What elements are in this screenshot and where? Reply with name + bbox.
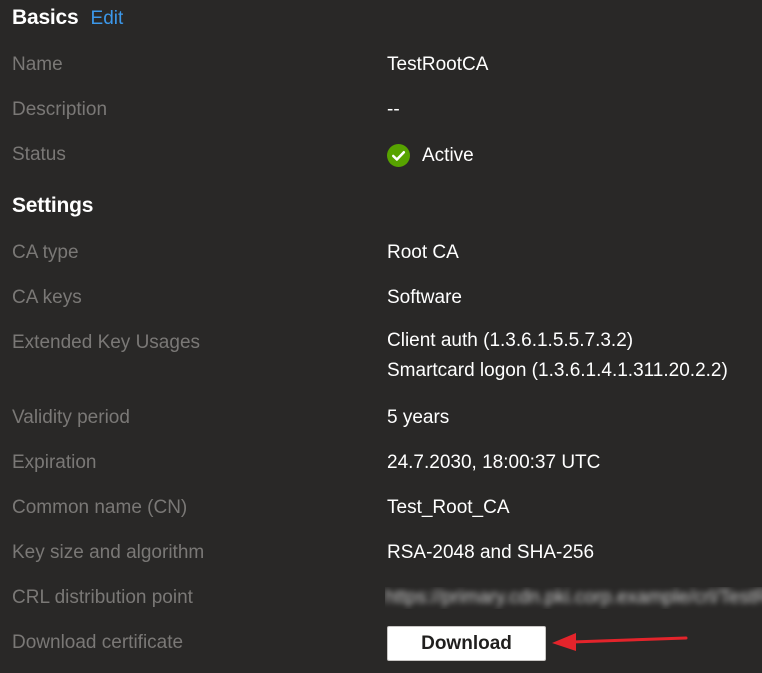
key-size-label: Key size and algorithm <box>12 542 205 563</box>
ca-keys-label: CA keys <box>12 287 82 308</box>
status-value: Active <box>387 144 474 167</box>
expiration-value: 24.7.2030, 18:00:37 UTC <box>387 452 601 473</box>
ca-type-label: CA type <box>12 242 79 263</box>
annotation-arrow-icon <box>552 633 688 651</box>
ca-type-value: Root CA <box>387 242 459 263</box>
status-text: Active <box>422 144 474 166</box>
status-label: Status <box>12 144 66 165</box>
cn-label: Common name (CN) <box>12 497 188 518</box>
eku-client-auth: Client auth (1.3.6.1.5.5.7.3.2) <box>387 330 634 351</box>
download-button[interactable]: Download <box>387 626 546 661</box>
name-value: TestRootCA <box>387 54 489 75</box>
crl-label: CRL distribution point <box>12 587 193 608</box>
eku-smartcard-logon: Smartcard logon (1.3.6.1.4.1.311.20.2.2) <box>387 360 728 381</box>
description-label: Description <box>12 99 108 120</box>
download-label: Download certificate <box>12 632 184 653</box>
ca-details-page: Basics Edit Name TestRootCA Description … <box>0 0 762 673</box>
validity-label: Validity period <box>12 407 130 428</box>
basics-header: Basics Edit <box>12 6 123 30</box>
validity-value: 5 years <box>387 407 450 428</box>
check-circle-icon <box>387 144 410 167</box>
settings-title: Settings <box>12 194 94 217</box>
name-label: Name <box>12 54 63 75</box>
crl-value-redacted: https://primary.cdn.pki.corp.example/crl… <box>385 587 762 609</box>
basics-title: Basics <box>12 6 79 29</box>
cn-value: Test_Root_CA <box>387 497 510 518</box>
description-value: -- <box>387 99 400 120</box>
eku-values: Client auth (1.3.6.1.5.5.7.3.2) Smartcar… <box>387 326 728 386</box>
crl-value-text: https://primary.cdn.pki.corp.example/crl… <box>385 587 762 608</box>
ca-keys-value: Software <box>387 287 462 308</box>
edit-link[interactable]: Edit <box>91 8 124 30</box>
expiration-label: Expiration <box>12 452 97 473</box>
eku-label: Extended Key Usages <box>12 332 201 353</box>
key-size-value: RSA-2048 and SHA-256 <box>387 542 595 563</box>
settings-header: Settings <box>12 194 93 218</box>
